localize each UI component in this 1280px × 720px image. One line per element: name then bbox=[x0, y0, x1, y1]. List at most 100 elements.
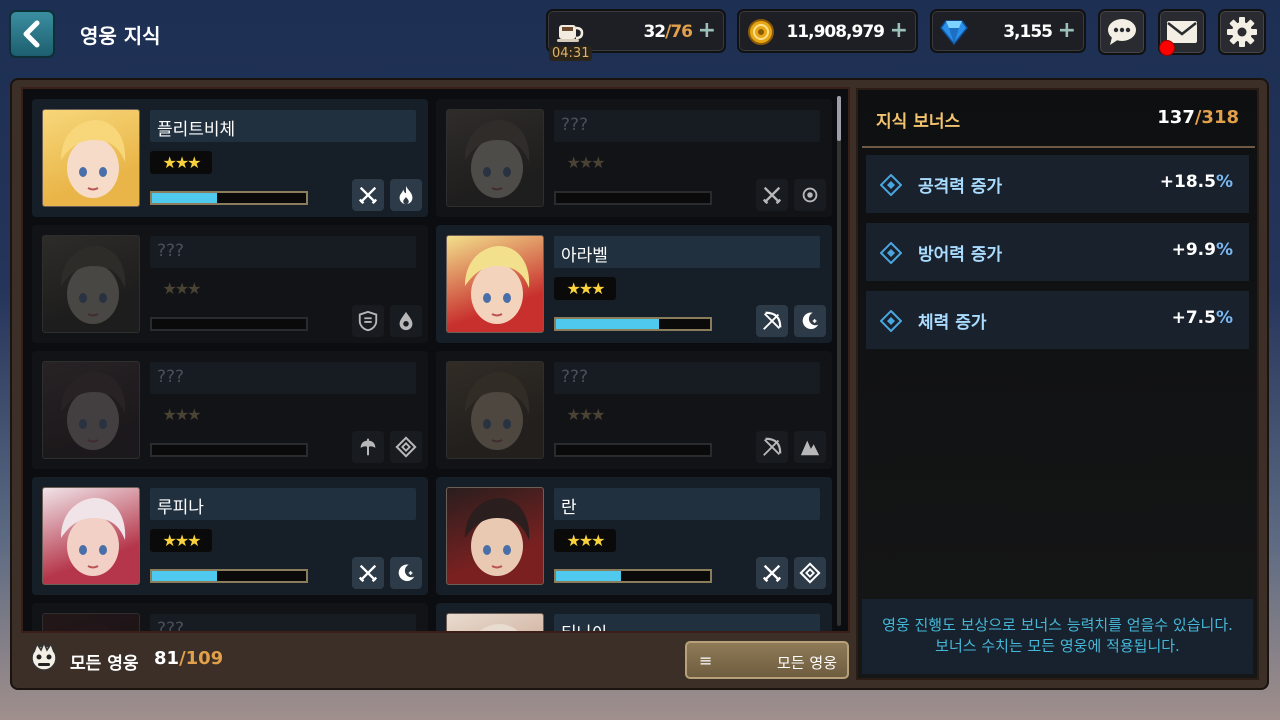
stat-value: +9.9 bbox=[1171, 240, 1216, 260]
hero-progress-bar bbox=[554, 443, 712, 457]
stat-label: 방어력 증가 bbox=[918, 245, 1003, 265]
mail-button[interactable] bbox=[1158, 9, 1206, 56]
hero-progress-bar bbox=[150, 191, 308, 205]
hero-progress-fill bbox=[556, 571, 621, 581]
hero-portrait bbox=[446, 361, 544, 459]
hero-card[interactable]: ??? bbox=[32, 603, 428, 631]
hero-stars: ★★★ bbox=[554, 529, 616, 552]
hero-stars: ★★★ bbox=[162, 279, 201, 298]
hero-portrait bbox=[42, 613, 140, 631]
diamond-bullet-icon bbox=[880, 242, 902, 264]
info-line: 보너스 수치는 모든 영웅에 적용됩니다. bbox=[935, 637, 1180, 655]
page-title: 영웅 지식 bbox=[80, 24, 161, 48]
hero-stars: ★★★ bbox=[566, 405, 605, 424]
hero-name: ??? bbox=[150, 362, 416, 394]
divider bbox=[862, 146, 1255, 148]
mountain-icon bbox=[794, 431, 826, 463]
hero-progress-bar bbox=[554, 191, 712, 205]
chat-button[interactable] bbox=[1098, 9, 1146, 55]
scrollbar-track[interactable] bbox=[837, 96, 841, 626]
bonus-stat-row: 방어력 증가 +9.9% bbox=[866, 223, 1249, 281]
chevron-left-icon bbox=[23, 20, 40, 48]
hero-portrait bbox=[446, 109, 544, 207]
shield-icon bbox=[352, 305, 384, 337]
hero-portrait bbox=[446, 487, 544, 585]
hero-card[interactable]: 루피나 ★★★ bbox=[32, 477, 428, 595]
swords-icon bbox=[352, 179, 384, 211]
hero-portrait-art bbox=[61, 120, 126, 198]
hero-progress-bar bbox=[150, 569, 308, 583]
hero-portrait-art bbox=[465, 498, 530, 576]
info-line: 영웅 진행도 보상으로 보너스 능력치를 얻을수 있습니다. bbox=[882, 616, 1233, 634]
bow-icon bbox=[756, 305, 788, 337]
menu-icon: ≡ bbox=[699, 651, 713, 670]
hero-filter-dropdown[interactable]: ≡ 모든 영웅 bbox=[685, 641, 849, 679]
hero-portrait bbox=[42, 109, 140, 207]
hero-card[interactable]: 플리트비체 ★★★ bbox=[32, 99, 428, 217]
knowledge-bonus-panel: 지식 보너스 137/318 공격력 증가 +18.5% 방어력 증가 +9.9… bbox=[856, 88, 1259, 680]
bonus-title: 지식 보너스 bbox=[876, 112, 961, 132]
hero-name: 플리트비체 bbox=[150, 110, 416, 142]
hero-stars: ★★★ bbox=[150, 151, 212, 174]
stat-unit: % bbox=[1215, 308, 1233, 328]
bow-icon bbox=[756, 431, 788, 463]
bonus-stat-row: 체력 증가 +7.5% bbox=[866, 291, 1249, 349]
hero-grid[interactable]: 플리트비체 ★★★ ??? ★★★ ??? ★★★ 아라벨 ★★★ ??? ★★★ ???… bbox=[21, 87, 850, 633]
hero-name: ??? bbox=[150, 236, 416, 268]
diamond-icon bbox=[794, 557, 826, 589]
gear-icon bbox=[1227, 17, 1257, 47]
hero-stars: ★★★ bbox=[554, 277, 616, 300]
hero-stars: ★★★ bbox=[150, 529, 212, 552]
stat-label: 공격력 증가 bbox=[918, 177, 1003, 197]
stat-value: +7.5 bbox=[1171, 308, 1216, 328]
hero-name: 아라벨 bbox=[554, 236, 820, 268]
add-gem-button[interactable]: + bbox=[1058, 20, 1076, 42]
diamond-bullet-icon bbox=[880, 310, 902, 332]
stamina-max: /76 bbox=[665, 22, 693, 42]
hero-count-current: 81 bbox=[154, 648, 180, 669]
moon-icon bbox=[794, 305, 826, 337]
gem-value: 3,155 bbox=[1003, 22, 1053, 42]
back-button[interactable] bbox=[9, 10, 55, 58]
hero-progress-fill bbox=[152, 193, 217, 203]
stat-value: +18.5 bbox=[1159, 172, 1216, 192]
scrollbar-thumb[interactable] bbox=[837, 96, 841, 141]
swords-icon bbox=[352, 557, 384, 589]
hero-portrait-art bbox=[465, 246, 530, 324]
hero-portrait bbox=[42, 361, 140, 459]
hero-progress-bar bbox=[554, 317, 712, 331]
diamond-icon bbox=[390, 431, 422, 463]
hero-card[interactable]: ??? ★★★ bbox=[32, 351, 428, 469]
stamina-timer: 04:31 bbox=[549, 46, 593, 61]
hero-name: 란 bbox=[554, 488, 820, 520]
hero-progress-bar bbox=[554, 569, 712, 583]
diamond-gem-icon bbox=[940, 18, 968, 46]
bonus-current: 137 bbox=[1157, 107, 1195, 128]
hero-card[interactable]: ??? ★★★ bbox=[32, 225, 428, 343]
hero-card[interactable]: 아라벨 ★★★ bbox=[436, 225, 832, 343]
hero-card[interactable]: ??? ★★★ bbox=[436, 99, 832, 217]
hero-card[interactable]: 란 ★★★ bbox=[436, 477, 832, 595]
hero-progress-fill bbox=[152, 571, 217, 581]
moon-icon bbox=[390, 557, 422, 589]
coffee-cup-icon bbox=[556, 18, 584, 46]
bonus-stat-row: 공격력 증가 +18.5% bbox=[866, 155, 1249, 213]
hero-name: 티나아 bbox=[554, 614, 820, 631]
hero-count-bar: 모든 영웅 81/109 ≡ 모든 영웅 bbox=[21, 634, 850, 682]
hero-card[interactable]: 티나아 bbox=[436, 603, 832, 631]
stat-unit: % bbox=[1215, 172, 1233, 192]
hero-portrait-art bbox=[61, 498, 126, 576]
swords-icon bbox=[756, 557, 788, 589]
notification-dot bbox=[1159, 40, 1175, 56]
bonus-max: /318 bbox=[1194, 107, 1239, 128]
stat-unit: % bbox=[1215, 240, 1233, 260]
add-gold-button[interactable]: + bbox=[890, 20, 908, 42]
fire-icon bbox=[390, 179, 422, 211]
hero-card[interactable]: ??? ★★★ bbox=[436, 351, 832, 469]
add-stamina-button[interactable]: + bbox=[698, 20, 716, 42]
hero-portrait-art bbox=[75, 624, 114, 631]
settings-button[interactable] bbox=[1218, 9, 1266, 55]
gear-icon bbox=[794, 179, 826, 211]
bonus-info-box: 영웅 진행도 보상으로 보너스 능력치를 얻을수 있습니다. 보너스 수치는 모… bbox=[862, 599, 1253, 674]
hero-portrait-art bbox=[479, 624, 518, 631]
